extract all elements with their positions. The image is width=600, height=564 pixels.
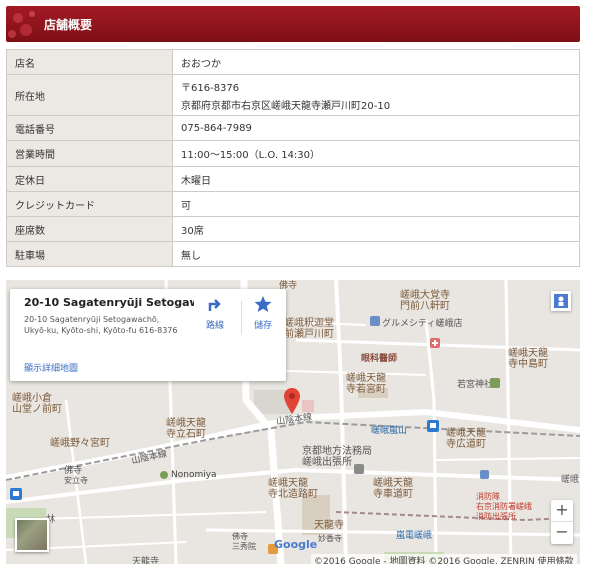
map-label: 消防隊 右京消防署嵯峨 消防出張所 [476,492,532,521]
table-row: 営業時間 11:00～15:00（L.O. 14:30） [6,140,580,167]
place-name: 20-10 Sagatenryūji Setogawa... [24,296,194,309]
row-value: 木曜日 [172,166,580,192]
zoom-out-button[interactable]: − [551,522,573,544]
row-value: 11:00～15:00（L.O. 14:30） [172,140,580,167]
table-row: 駐車場 無し [6,241,580,267]
map-label: 嵯峨釈迦堂 前瀬戸川町 [284,318,334,340]
address: 京都府京都市右京区嵯峨天龍寺瀬戸川町20-10 [181,100,391,112]
shopping-icon[interactable] [370,316,380,326]
train-station-icon[interactable] [10,488,22,500]
map-label: 嵯峨天龍 寺若宮町 [346,373,386,395]
place-address: 20-10 Sagatenryūji Setogawachō, Ukyō-ku,… [24,315,178,335]
place-marker-icon[interactable] [159,470,169,480]
map-label: 嵯峨野々宮町 [50,438,110,449]
map-label: 嵯峨天龍 寺立石町 [166,418,206,440]
table-row: 定休日 木曜日 [6,166,580,192]
map-label: 眼科醫師 [361,354,398,364]
table-row: 電話番号 075-864-7989 [6,115,580,141]
google-map[interactable]: 佛寺 嵯峨大覚寺 門前八軒町 嵯峨釈迦堂 前瀬戸川町 グルメシティ嵯峨店 眼科醫… [6,280,580,564]
section-title: 店舗概要 [44,18,93,32]
save-button[interactable]: 儲存 [248,295,278,331]
google-logo-text: Google [274,538,318,551]
map-label: グルメシティ嵯峨店 [382,319,463,329]
row-label: 電話番号 [6,115,173,141]
row-label: 駐車場 [6,241,173,267]
map-label: 嵯峨 [561,475,580,485]
street-view-button[interactable] [551,291,571,311]
postal-code: 〒616-8376 [181,82,240,94]
map-label: 嵯峨天龍 寺車道町 [373,478,413,500]
directions-button[interactable]: 路線 [200,295,230,331]
map-attribution[interactable]: ©2016 Google - 地圖資料 ©2016 Google, ZENRIN… [311,554,577,564]
map-label: 天龍寺 [314,520,344,531]
row-label: 営業時間 [6,140,173,167]
directions-icon [208,299,221,311]
star-icon [254,296,272,312]
shrine-icon[interactable] [490,378,500,388]
row-value: おおつか [172,49,580,75]
zoom-control: + − [551,500,573,544]
bus-icon[interactable] [480,470,489,479]
map-label: 嵯峨大覚寺 門前八軒町 [400,290,450,312]
map-label: 嵯峨天龍 寺広道町 [446,428,486,450]
train-station-icon[interactable] [427,420,439,432]
table-row: 座席数 30席 [6,216,580,242]
row-value: 可 [172,191,580,217]
map-label: 嵯峨天龍 寺北造路町 [268,478,318,500]
map-label: 嵐電嵯峨 [396,531,433,541]
row-label: 定休日 [6,166,173,192]
view-larger-map-link[interactable]: 顯示詳細地圖 [24,361,78,374]
pegman-icon [554,294,568,308]
row-value: 075-864-7989 [172,115,580,141]
store-info-table: 店名 おおつか 所在地 〒616-8376 京都府京都市右京区嵯峨天龍寺瀬戸川町… [6,49,580,267]
row-value: 無し [172,241,580,267]
place-info-card: 20-10 Sagatenryūji Setogawa... 20-10 Sag… [10,289,286,381]
hospital-icon[interactable] [430,338,440,348]
directions-label: 路線 [205,321,224,331]
row-value: 〒616-8376 京都府京都市右京区嵯峨天龍寺瀬戸川町20-10 [172,74,580,116]
map-label: Nonomiya [171,470,217,480]
map-label: 嵯峨小倉 山堂ノ前町 [12,393,62,415]
zoom-in-button[interactable]: + [551,500,573,522]
table-row: 店名 おおつか [6,49,580,75]
map-label: 佛寺 三秀院 [232,532,256,551]
satellite-toggle[interactable] [15,518,49,552]
card-divider [241,301,242,335]
map-label: 嵯峨嵐山 [371,426,408,436]
table-row: クレジットカード 可 [6,191,580,217]
row-label: 座席数 [6,216,173,242]
save-label: 儲存 [253,321,272,331]
map-label: 安立寺 [64,476,88,485]
map-label: 妙香寺 [318,534,342,543]
row-label: 所在地 [6,74,173,116]
row-label: クレジットカード [6,191,173,217]
location-pin-icon[interactable] [284,388,300,414]
table-row: 所在地 〒616-8376 京都府京都市右京区嵯峨天龍寺瀬戸川町20-10 [6,74,580,116]
map-label: 若宮神社 [457,380,494,390]
row-value: 30席 [172,216,580,242]
row-label: 店名 [6,49,173,75]
map-label: 嵯峨天龍 寺中島町 [508,348,548,370]
map-label: 天龍寺 [132,557,160,564]
section-header: 店舗概要 [6,6,580,42]
google-logo: Google [274,538,317,551]
government-building-icon[interactable] [354,464,364,474]
